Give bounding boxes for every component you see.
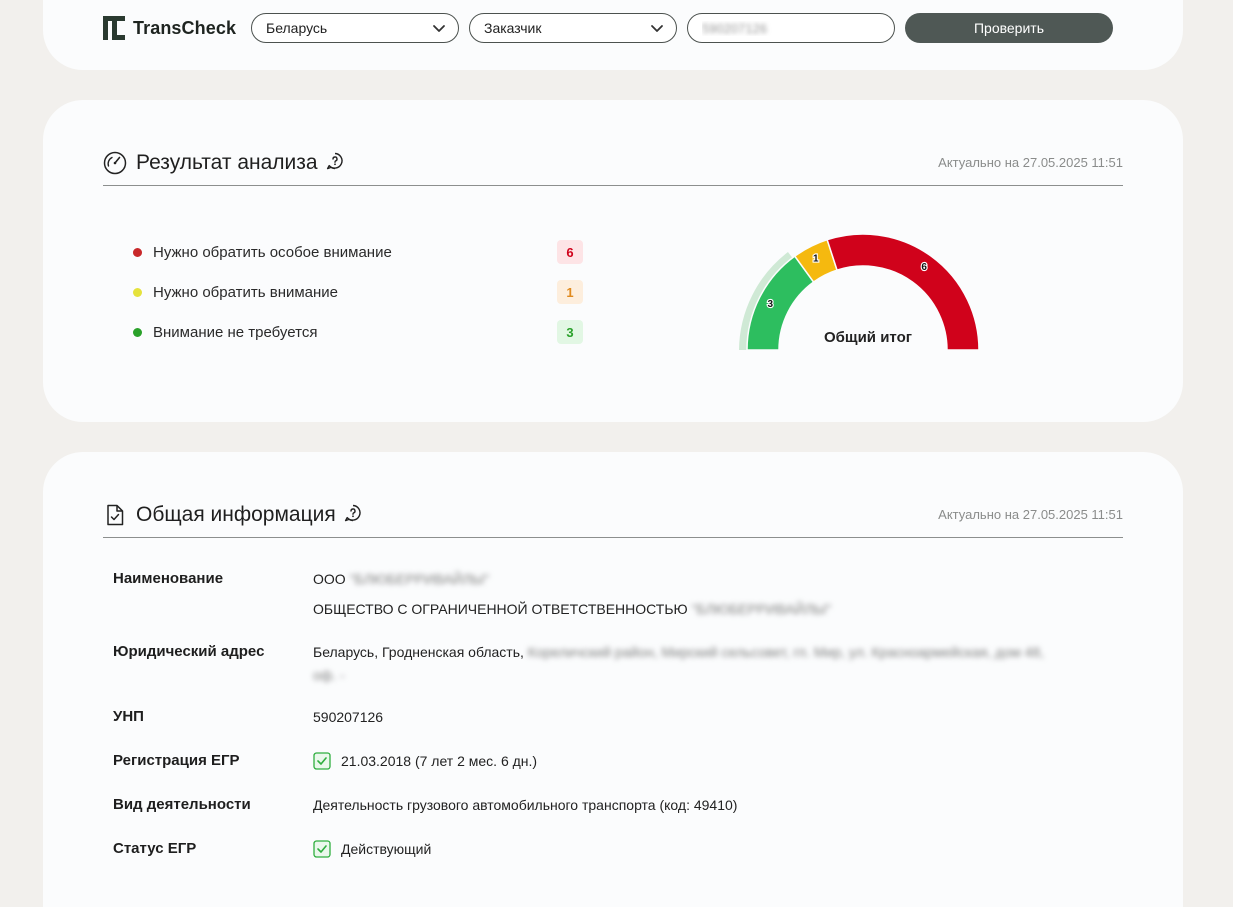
info-value: ООО "БЛЮБЕРРИВАЙЛЫ" ОБЩЕСТВО С ОГРАНИЧЕН…: [313, 564, 1113, 637]
registration-date: 21.03.2018 (7 лет 2 мес. 6 дн.): [341, 753, 538, 769]
info-key: Наименование: [113, 570, 224, 587]
chevron-down-icon: [433, 25, 445, 32]
analysis-result-title: Результат анализа: [136, 150, 318, 174]
check-button[interactable]: Проверить: [905, 13, 1113, 43]
red-status-dot: [133, 247, 142, 257]
logo-text: TransCheck: [133, 17, 237, 38]
role-select-value: Заказчик: [484, 20, 542, 36]
count-badge: 3: [557, 320, 583, 344]
info-key: Статус ЕГР: [113, 840, 197, 857]
general-info-title: Общая информация: [136, 502, 336, 526]
company-full-name-blurred: "БЛЮБЕРРИВАЙЛЫ": [691, 601, 832, 617]
analysis-result-header: Результат анализа Актуально на 27.05.202…: [103, 140, 1123, 186]
gauge-segment-label: 3: [768, 299, 774, 310]
legend-item: Нужно обратить особое внимание 6: [133, 232, 583, 272]
help-icon[interactable]: [344, 504, 362, 522]
address-visible: Беларусь, Гродненская область,: [313, 644, 524, 660]
status-value: Действующий: [341, 841, 432, 857]
info-value: Действующий: [313, 834, 1113, 878]
company-short-name-text: ООО: [313, 571, 346, 587]
gauge-segment-label: 6: [921, 262, 927, 273]
gauge-center-label: Общий итог: [824, 329, 912, 346]
chevron-down-icon: [651, 25, 663, 32]
legend-item: Внимание не требуется 3: [133, 312, 583, 352]
speedometer-icon: [103, 151, 127, 174]
legend-label: Нужно обратить внимание: [153, 283, 339, 301]
info-row-activity: Вид деятельности Деятельность грузового …: [113, 790, 1113, 834]
info-key: Регистрация ЕГР: [113, 752, 240, 769]
country-select[interactable]: Беларусь: [251, 13, 459, 43]
logo[interactable]: TransCheck: [103, 16, 236, 40]
check-square-icon: [313, 840, 331, 858]
green-status-dot: [133, 327, 142, 337]
company-name-blurred: "БЛЮБЕРРИВАЙЛЫ": [349, 571, 490, 587]
activity-value: Деятельность грузового автомобильного тр…: [313, 797, 738, 813]
info-row-status: Статус ЕГР Действующий: [113, 834, 1113, 878]
help-icon[interactable]: [326, 152, 344, 170]
role-select[interactable]: Заказчик: [469, 13, 677, 43]
info-row-registration: Регистрация ЕГР 21.03.2018 (7 лет 2 мес.…: [113, 746, 1113, 790]
transcheck-logo-icon: [103, 16, 125, 40]
legend-label: Внимание не требуется: [153, 323, 318, 341]
info-key: Вид деятельности: [113, 796, 251, 813]
info-key: УНП: [113, 708, 144, 725]
gauge-segment-label: 1: [813, 253, 819, 264]
legend-item: Нужно обратить внимание 1: [133, 272, 583, 312]
info-row-unp: УНП 590207126: [113, 702, 1113, 746]
top-bar: TransCheck Беларусь Заказчик Проверить: [43, 0, 1183, 70]
general-info-card: Общая информация Актуально на 27.05.2025…: [43, 452, 1183, 907]
analysis-result-card: Результат анализа Актуально на 27.05.202…: [43, 100, 1183, 422]
info-row-name: Наименование ООО "БЛЮБЕРРИВАЙЛЫ" ОБЩЕСТВ…: [113, 564, 1113, 637]
count-badge: 1: [557, 280, 583, 304]
yellow-status-dot: [133, 287, 142, 297]
general-info-date: Актуально на 27.05.2025 11:51: [938, 507, 1123, 522]
address-blurred: Кореличский район, Мирский сельсовет, гп…: [527, 644, 1045, 660]
count-badge: 6: [557, 240, 583, 264]
analysis-result-date: Актуально на 27.05.2025 11:51: [938, 155, 1123, 170]
legend-label: Нужно обратить особое внимание: [153, 243, 392, 261]
unp-search-input[interactable]: [687, 13, 895, 43]
info-value: Беларусь, Гродненская область, Кореличск…: [313, 637, 1113, 702]
document-check-icon: [107, 504, 124, 525]
general-info-table: Наименование ООО "БЛЮБЕРРИВАЙЛЫ" ОБЩЕСТВ…: [113, 564, 1113, 878]
unp-value: 590207126: [313, 709, 384, 725]
info-key: Юридический адрес: [113, 643, 265, 660]
company-full-name: ОБЩЕСТВО С ОГРАНИЧЕННОЙ ОТВЕТСТВЕННОСТЬЮ…: [313, 594, 1113, 624]
result-legend: Нужно обратить особое внимание 6 Нужно о…: [133, 232, 583, 352]
info-row-address: Юридический адрес Беларусь, Гродненская …: [113, 637, 1113, 702]
general-info-header: Общая информация Актуально на 27.05.2025…: [103, 492, 1123, 538]
info-value: 21.03.2018 (7 лет 2 мес. 6 дн.): [313, 746, 1113, 790]
company-full-name-text: ОБЩЕСТВО С ОГРАНИЧЕННОЙ ОТВЕТСТВЕННОСТЬЮ: [313, 601, 688, 617]
country-select-value: Беларусь: [266, 20, 328, 36]
company-short-name: ООО "БЛЮБЕРРИВАЙЛЫ": [313, 564, 1113, 594]
check-square-icon: [313, 752, 331, 770]
address-blurred: оф. -: [313, 667, 345, 683]
